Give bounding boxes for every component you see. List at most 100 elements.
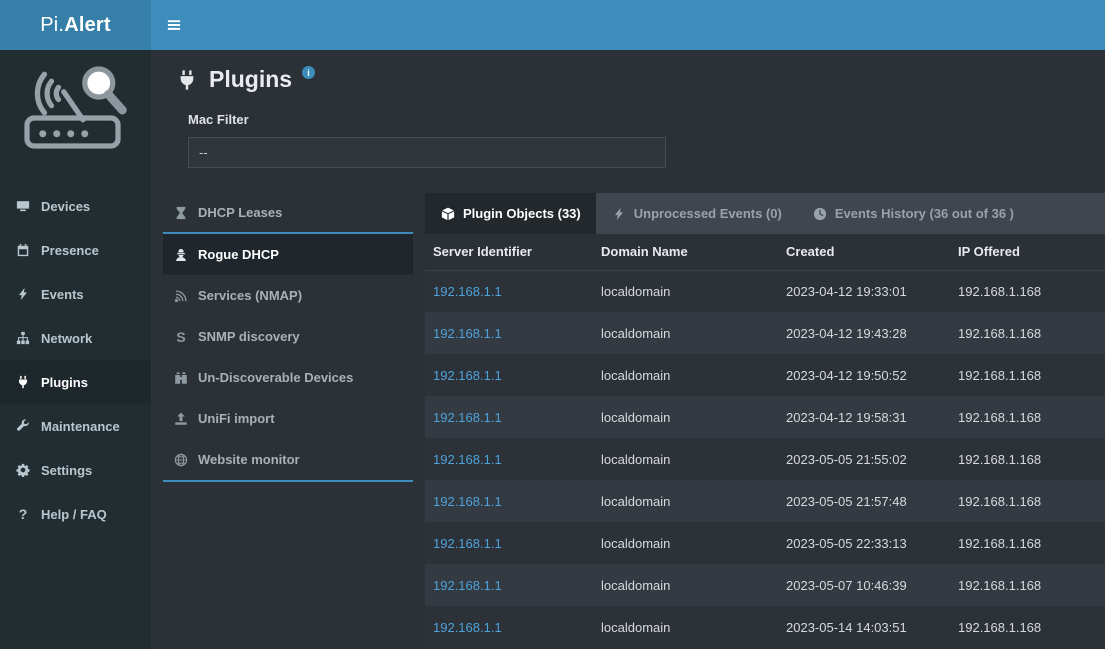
sidebar-item-label: Plugins xyxy=(41,375,88,390)
sidebar-item-plugins[interactable]: Plugins xyxy=(0,360,151,404)
hourglass-icon xyxy=(173,205,189,221)
server-identifier-link[interactable]: 192.168.1.1 xyxy=(433,536,502,551)
tab-unprocessed-events-0[interactable]: Unprocessed Events (0) xyxy=(596,193,797,234)
cell-created: 2023-04-12 19:33:01 xyxy=(778,270,950,312)
plugin-nav-item-rogue-dhcp[interactable]: Rogue DHCP xyxy=(163,234,413,275)
cube-icon xyxy=(440,206,456,222)
plugin-nav-item-label: SNMP discovery xyxy=(198,329,300,344)
sidebar-item-settings[interactable]: Settings xyxy=(0,448,151,492)
cell-created: 2023-05-05 21:57:48 xyxy=(778,480,950,522)
cell-ip-offered: 192.168.1.168 xyxy=(950,396,1105,438)
cell-domain-name: localdomain xyxy=(593,564,778,606)
plug-icon xyxy=(175,68,199,92)
pialert-logo xyxy=(0,62,151,160)
sidebar-toggle-button[interactable] xyxy=(151,0,197,50)
server-identifier-link[interactable]: 192.168.1.1 xyxy=(433,452,502,467)
cell-created: 2023-04-12 19:58:31 xyxy=(778,396,950,438)
tabs: Plugin Objects (33) Unprocessed Events (0… xyxy=(425,193,1105,234)
cell-domain-name: localdomain xyxy=(593,270,778,312)
table-area: Plugin Objects (33) Unprocessed Events (0… xyxy=(425,193,1105,648)
server-identifier-link[interactable]: 192.168.1.1 xyxy=(433,368,502,383)
cell-created: 2023-04-12 19:50:52 xyxy=(778,354,950,396)
tab-events-history-36-out-of-36[interactable]: Events History (36 out of 36 ) xyxy=(797,193,1029,234)
table-row: 192.168.1.1 localdomain2023-05-05 22:33:1… xyxy=(425,522,1105,564)
cell-created: 2023-05-05 22:33:13 xyxy=(778,522,950,564)
tab-label: Events History (36 out of 36 ) xyxy=(835,206,1014,221)
cell-ip-offered: 192.168.1.168 xyxy=(950,606,1105,648)
plugin-nav-item-snmp-discovery[interactable]: SSNMP discovery xyxy=(163,316,413,357)
cell-domain-name: localdomain xyxy=(593,606,778,648)
server-identifier-link[interactable]: 192.168.1.1 xyxy=(433,620,502,635)
cell-server-identifier: 192.168.1.1 xyxy=(425,270,593,312)
tab-label: Unprocessed Events (0) xyxy=(634,206,782,221)
binoculars-icon xyxy=(173,370,189,386)
cell-domain-name: localdomain xyxy=(593,312,778,354)
sidebar-item-network[interactable]: Network xyxy=(0,316,151,360)
cell-server-identifier: 192.168.1.1 xyxy=(425,480,593,522)
plugin-objects-table: Server IdentifierDomain NameCreatedIP Of… xyxy=(425,234,1105,648)
cell-domain-name: localdomain xyxy=(593,522,778,564)
cell-created: 2023-04-12 19:43:28 xyxy=(778,312,950,354)
plugin-nav-item-dhcp-leases[interactable]: DHCP Leases xyxy=(163,193,413,234)
cell-ip-offered: 192.168.1.168 xyxy=(950,564,1105,606)
plugin-nav-item-un-discoverable-devices[interactable]: Un-Discoverable Devices xyxy=(163,357,413,398)
plugin-nav-item-label: Services (NMAP) xyxy=(198,288,302,303)
cell-domain-name: localdomain xyxy=(593,354,778,396)
cell-domain-name: localdomain xyxy=(593,480,778,522)
user-secret-icon xyxy=(173,247,189,263)
plugin-nav-item-unifi-import[interactable]: UniFi import xyxy=(163,398,413,439)
bolt-icon xyxy=(611,206,627,222)
cell-created: 2023-05-07 10:46:39 xyxy=(778,564,950,606)
cell-server-identifier: 192.168.1.1 xyxy=(425,354,593,396)
cell-server-identifier: 192.168.1.1 xyxy=(425,438,593,480)
panels: DHCP Leases Rogue DHCP Services (NMAP) SSNM… xyxy=(163,193,1105,648)
sidebar-item-events[interactable]: Events xyxy=(0,272,151,316)
cell-ip-offered: 192.168.1.168 xyxy=(950,438,1105,480)
cell-domain-name: localdomain xyxy=(593,396,778,438)
table-row: 192.168.1.1 localdomain2023-05-07 10:46:3… xyxy=(425,564,1105,606)
table-row: 192.168.1.1 localdomain2023-05-05 21:57:4… xyxy=(425,480,1105,522)
server-identifier-link[interactable]: 192.168.1.1 xyxy=(433,326,502,341)
main-content: Plugins i Mac Filter -- DHCP LeasesRogue… xyxy=(151,50,1105,649)
sidebar-item-devices[interactable]: Devices xyxy=(0,184,151,228)
sidebar-item-label: Network xyxy=(41,331,92,346)
column-header-domain-name: Domain Name xyxy=(593,234,778,270)
plugin-nav-item-services-nmap[interactable]: Services (NMAP) xyxy=(163,275,413,316)
sidebar-item-label: Presence xyxy=(41,243,99,258)
sidebar-item-help-faq[interactable]: ?Help / FAQ xyxy=(0,492,151,536)
sidebar-item-maintenance[interactable]: Maintenance xyxy=(0,404,151,448)
sidebar: Devices Presence Events Network Plugins Maint… xyxy=(0,50,151,649)
cell-domain-name: localdomain xyxy=(593,438,778,480)
info-badge[interactable]: i xyxy=(302,66,315,79)
cell-ip-offered: 192.168.1.168 xyxy=(950,312,1105,354)
cell-created: 2023-05-14 14:03:51 xyxy=(778,606,950,648)
brand-logo[interactable]: Pi.Alert xyxy=(0,0,151,50)
table-row: 192.168.1.1 localdomain2023-05-14 14:03:5… xyxy=(425,606,1105,648)
bolt-icon xyxy=(15,286,31,302)
globe-icon xyxy=(173,452,189,468)
plugin-nav-item-label: Rogue DHCP xyxy=(198,247,279,262)
table-row: 192.168.1.1 localdomain2023-04-12 19:43:2… xyxy=(425,312,1105,354)
tab-plugin-objects-33[interactable]: Plugin Objects (33) xyxy=(425,193,596,234)
sidebar-item-label: Help / FAQ xyxy=(41,507,107,522)
clock-icon xyxy=(812,206,828,222)
sidebar-item-label: Devices xyxy=(41,199,90,214)
server-identifier-link[interactable]: 192.168.1.1 xyxy=(433,494,502,509)
cell-server-identifier: 192.168.1.1 xyxy=(425,564,593,606)
brand-bold: Alert xyxy=(64,14,111,37)
page-title: Plugins xyxy=(209,64,292,94)
cell-server-identifier: 192.168.1.1 xyxy=(425,606,593,648)
server-identifier-link[interactable]: 192.168.1.1 xyxy=(433,410,502,425)
column-header-ip-offered: IP Offered xyxy=(950,234,1105,270)
sidebar-item-label: Maintenance xyxy=(41,419,120,434)
plugin-nav-item-website-monitor[interactable]: Website monitor xyxy=(163,439,413,480)
server-identifier-link[interactable]: 192.168.1.1 xyxy=(433,578,502,593)
server-identifier-link[interactable]: 192.168.1.1 xyxy=(433,284,502,299)
table-row: 192.168.1.1 localdomain2023-04-12 19:33:0… xyxy=(425,270,1105,312)
plugin-nav-item-label: DHCP Leases xyxy=(198,205,282,220)
sidebar-item-label: Settings xyxy=(41,463,92,478)
sidebar-item-presence[interactable]: Presence xyxy=(0,228,151,272)
mac-filter-select[interactable]: -- xyxy=(188,137,666,168)
plug-icon xyxy=(15,374,31,390)
pialert-logo-image xyxy=(18,62,134,160)
